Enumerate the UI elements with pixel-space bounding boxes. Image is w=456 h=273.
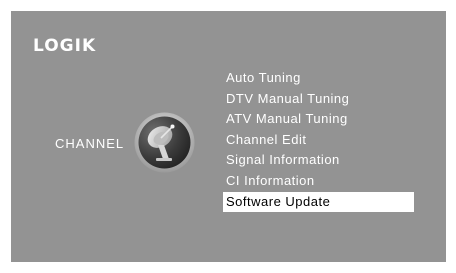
menu-item-software-update[interactable]: Software Update (223, 191, 414, 213)
brand-logo: LOGIK (33, 36, 97, 56)
menu-item-atv-manual-tuning[interactable]: ATV Manual Tuning (223, 109, 414, 130)
menu-item-signal-information[interactable]: Signal Information (223, 150, 414, 171)
menu-item-ci-information[interactable]: CI Information (223, 171, 414, 192)
section-label: CHANNEL (55, 136, 125, 151)
channel-menu: Auto Tuning DTV Manual Tuning ATV Manual… (223, 68, 414, 213)
menu-item-channel-edit[interactable]: Channel Edit (223, 130, 414, 151)
menu-item-auto-tuning[interactable]: Auto Tuning (223, 68, 414, 89)
tv-menu-screen: LOGIK CHANNEL Auto Tuning DTV Manual Tun… (11, 11, 446, 262)
menu-item-dtv-manual-tuning[interactable]: DTV Manual Tuning (223, 89, 414, 110)
satellite-dish-icon (134, 112, 195, 173)
